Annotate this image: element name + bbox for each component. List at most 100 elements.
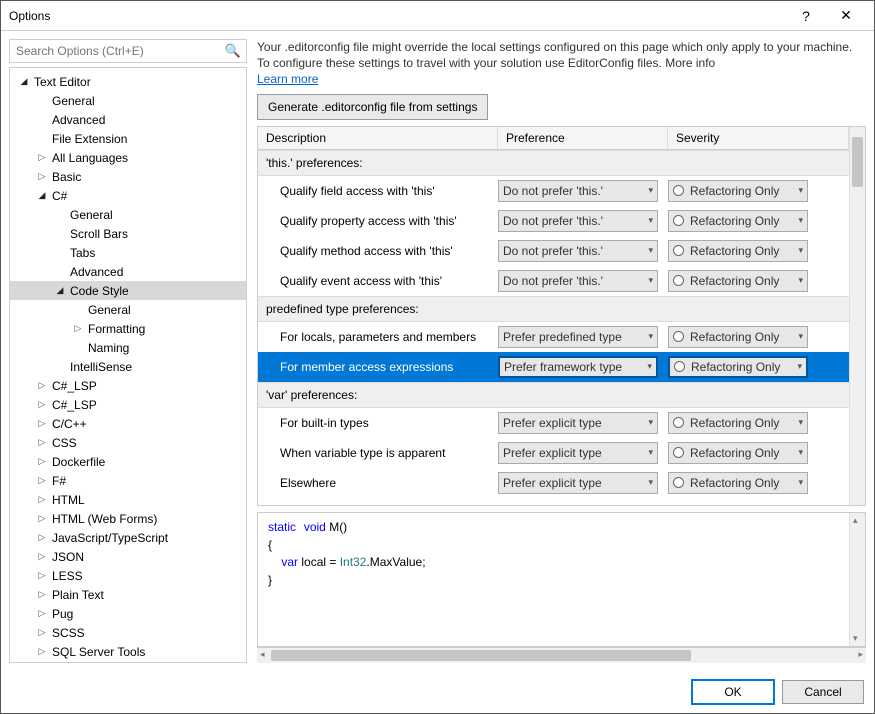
tree-node[interactable]: General bbox=[10, 300, 246, 319]
options-tree[interactable]: ◢Text EditorGeneralAdvancedFile Extensio… bbox=[9, 67, 247, 663]
expand-open-icon[interactable]: ◢ bbox=[18, 76, 30, 87]
scroll-down-arrow-icon[interactable]: ▾ bbox=[853, 633, 858, 644]
expand-open-icon[interactable]: ◢ bbox=[54, 285, 66, 296]
tree-node[interactable]: ▷Plain Text bbox=[10, 585, 246, 604]
setting-row[interactable]: Qualify field access with 'this'Do not p… bbox=[258, 176, 849, 206]
tree-node[interactable]: ▷F# bbox=[10, 471, 246, 490]
tree-node[interactable]: ▷Basic bbox=[10, 167, 246, 186]
severity-dropdown[interactable]: Refactoring Only▾ bbox=[668, 240, 808, 262]
tree-node[interactable]: General bbox=[10, 91, 246, 110]
col-severity[interactable]: Severity bbox=[668, 127, 849, 149]
scroll-left-arrow-icon[interactable]: ◂ bbox=[260, 649, 265, 660]
expand-closed-icon[interactable]: ▷ bbox=[36, 551, 48, 562]
tree-node[interactable]: Advanced bbox=[10, 110, 246, 129]
learn-more-link[interactable]: Learn more bbox=[257, 72, 318, 86]
tree-node[interactable]: ▷SQL Server Tools bbox=[10, 642, 246, 661]
tree-node[interactable]: ▷Dockerfile bbox=[10, 452, 246, 471]
expand-closed-icon[interactable]: ▷ bbox=[36, 171, 48, 182]
code-vertical-scrollbar[interactable]: ▴ ▾ bbox=[849, 513, 865, 646]
tree-node[interactable]: ▷HTML (Web Forms) bbox=[10, 509, 246, 528]
severity-dropdown[interactable]: Refactoring Only▾ bbox=[668, 356, 808, 378]
ok-button[interactable]: OK bbox=[692, 680, 774, 704]
preference-dropdown[interactable]: Do not prefer 'this.'▾ bbox=[498, 270, 658, 292]
tree-node[interactable]: Tabs bbox=[10, 243, 246, 262]
expand-closed-icon[interactable]: ▷ bbox=[36, 399, 48, 410]
severity-dropdown[interactable]: Refactoring Only▾ bbox=[668, 270, 808, 292]
preference-dropdown[interactable]: Prefer predefined type▾ bbox=[498, 326, 658, 348]
expand-closed-icon[interactable]: ▷ bbox=[36, 494, 48, 505]
tree-node[interactable]: Advanced bbox=[10, 262, 246, 281]
tree-node[interactable]: ▷C#_LSP bbox=[10, 395, 246, 414]
generate-editorconfig-button[interactable]: Generate .editorconfig file from setting… bbox=[257, 94, 488, 120]
preference-dropdown[interactable]: Do not prefer 'this.'▾ bbox=[498, 240, 658, 262]
preference-dropdown[interactable]: Prefer explicit type▾ bbox=[498, 412, 658, 434]
help-button[interactable]: ? bbox=[786, 2, 826, 30]
cancel-button[interactable]: Cancel bbox=[782, 680, 864, 704]
setting-row[interactable]: ElsewherePrefer explicit type▾Refactorin… bbox=[258, 468, 849, 498]
tree-node[interactable]: ▷LESS bbox=[10, 566, 246, 585]
tree-node[interactable]: ▷Formatting bbox=[10, 319, 246, 338]
col-preference[interactable]: Preference bbox=[498, 127, 668, 149]
scrollbar-thumb[interactable] bbox=[271, 650, 691, 661]
tree-node[interactable]: ◢Code Style bbox=[10, 281, 246, 300]
expand-closed-icon[interactable]: ▷ bbox=[36, 608, 48, 619]
col-description[interactable]: Description bbox=[258, 127, 498, 149]
tree-node[interactable]: ▷SCSS bbox=[10, 623, 246, 642]
tree-node[interactable]: ▷C/C++ bbox=[10, 414, 246, 433]
setting-row[interactable]: For locals, parameters and membersPrefer… bbox=[258, 322, 849, 352]
setting-row[interactable]: When variable type is apparentPrefer exp… bbox=[258, 438, 849, 468]
severity-dropdown[interactable]: Refactoring Only▾ bbox=[668, 210, 808, 232]
expand-closed-icon[interactable]: ▷ bbox=[36, 152, 48, 163]
preference-dropdown[interactable]: Prefer framework type▾ bbox=[498, 356, 658, 378]
scrollbar-thumb[interactable] bbox=[852, 137, 863, 187]
tree-node[interactable]: ▷All Languages bbox=[10, 148, 246, 167]
expand-closed-icon[interactable]: ▷ bbox=[36, 646, 48, 657]
tree-node[interactable]: ◢C# bbox=[10, 186, 246, 205]
severity-dropdown[interactable]: Refactoring Only▾ bbox=[668, 412, 808, 434]
grid-vertical-scrollbar[interactable] bbox=[849, 127, 865, 505]
tree-node[interactable]: ▷HTML bbox=[10, 490, 246, 509]
preference-dropdown[interactable]: Prefer explicit type▾ bbox=[498, 472, 658, 494]
expand-closed-icon[interactable]: ▷ bbox=[36, 570, 48, 581]
tree-node[interactable]: ▷JSON bbox=[10, 547, 246, 566]
expand-closed-icon[interactable]: ▷ bbox=[36, 418, 48, 429]
expand-closed-icon[interactable]: ▷ bbox=[36, 532, 48, 543]
expand-open-icon[interactable]: ◢ bbox=[36, 190, 48, 201]
tree-node[interactable]: General bbox=[10, 205, 246, 224]
preference-dropdown[interactable]: Do not prefer 'this.'▾ bbox=[498, 180, 658, 202]
severity-dropdown[interactable]: Refactoring Only▾ bbox=[668, 472, 808, 494]
scroll-right-arrow-icon[interactable]: ▸ bbox=[858, 649, 863, 660]
expand-closed-icon[interactable]: ▷ bbox=[72, 323, 84, 334]
preference-dropdown[interactable]: Do not prefer 'this.'▾ bbox=[498, 210, 658, 232]
tree-node[interactable]: ◢Text Editor bbox=[10, 72, 246, 91]
tree-node[interactable]: ▷T-SQL90 bbox=[10, 661, 246, 663]
tree-node[interactable]: Scroll Bars bbox=[10, 224, 246, 243]
tree-node[interactable]: Naming bbox=[10, 338, 246, 357]
tree-node[interactable]: ▷JavaScript/TypeScript bbox=[10, 528, 246, 547]
severity-dropdown[interactable]: Refactoring Only▾ bbox=[668, 442, 808, 464]
expand-closed-icon[interactable]: ▷ bbox=[36, 437, 48, 448]
expand-closed-icon[interactable]: ▷ bbox=[36, 513, 48, 524]
setting-row[interactable]: Qualify method access with 'this'Do not … bbox=[258, 236, 849, 266]
severity-dropdown[interactable]: Refactoring Only▾ bbox=[668, 326, 808, 348]
expand-closed-icon[interactable]: ▷ bbox=[36, 589, 48, 600]
setting-row[interactable]: Qualify property access with 'this'Do no… bbox=[258, 206, 849, 236]
tree-node[interactable]: File Extension bbox=[10, 129, 246, 148]
search-input[interactable] bbox=[9, 39, 247, 63]
tree-node[interactable]: ▷C#_LSP bbox=[10, 376, 246, 395]
severity-dropdown[interactable]: Refactoring Only▾ bbox=[668, 180, 808, 202]
preference-dropdown[interactable]: Prefer explicit type▾ bbox=[498, 442, 658, 464]
expand-closed-icon[interactable]: ▷ bbox=[36, 380, 48, 391]
tree-node[interactable]: ▷CSS bbox=[10, 433, 246, 452]
setting-row[interactable]: Qualify event access with 'this'Do not p… bbox=[258, 266, 849, 296]
close-button[interactable]: ✕ bbox=[826, 2, 866, 30]
scroll-up-arrow-icon[interactable]: ▴ bbox=[853, 515, 858, 526]
expand-closed-icon[interactable]: ▷ bbox=[36, 627, 48, 638]
tree-node[interactable]: ▷Pug bbox=[10, 604, 246, 623]
expand-closed-icon[interactable]: ▷ bbox=[36, 456, 48, 467]
expand-closed-icon[interactable]: ▷ bbox=[36, 475, 48, 486]
code-horizontal-scrollbar[interactable]: ◂ ▸ bbox=[257, 647, 866, 663]
setting-row[interactable]: For member access expressionsPrefer fram… bbox=[258, 352, 849, 382]
setting-row[interactable]: For built-in typesPrefer explicit type▾R… bbox=[258, 408, 849, 438]
tree-node[interactable]: IntelliSense bbox=[10, 357, 246, 376]
